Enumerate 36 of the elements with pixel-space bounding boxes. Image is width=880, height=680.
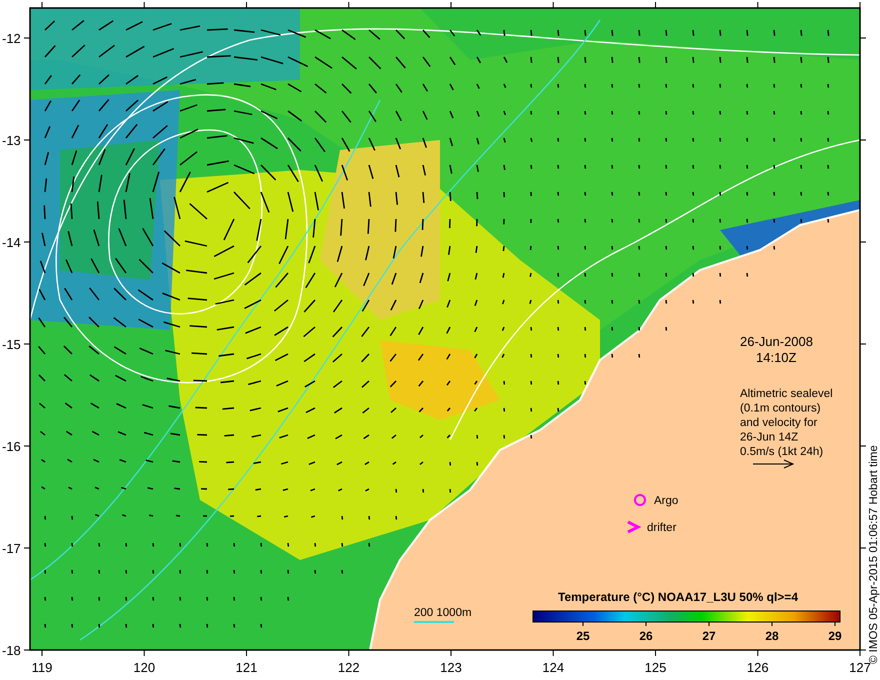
latitude-label: -17 bbox=[2, 541, 21, 556]
latitude-label: -18 bbox=[2, 643, 21, 658]
circle-marker-icon bbox=[634, 494, 646, 506]
legend-text: (0.1m contours) bbox=[740, 402, 821, 414]
marker-label: drifter bbox=[647, 522, 676, 534]
longitude-label: 125 bbox=[644, 660, 666, 675]
scale-arrow-icon bbox=[752, 460, 794, 468]
longitude-label: 121 bbox=[236, 660, 258, 675]
depth-legend-text: 200 1000m bbox=[414, 607, 472, 619]
marker-label: Argo bbox=[654, 495, 678, 507]
colorbar-tick-label: 29 bbox=[828, 629, 842, 643]
longitude-label: 124 bbox=[542, 660, 564, 675]
longitude-label: 119 bbox=[32, 660, 52, 675]
colorbar-tick-label: 27 bbox=[702, 629, 716, 643]
latitude-label: -16 bbox=[2, 439, 21, 454]
map-time: 14:10Z bbox=[756, 350, 796, 365]
longitude-label: 120 bbox=[133, 660, 156, 675]
depth-contour-sample-line bbox=[414, 621, 454, 623]
longitude-label: 126 bbox=[746, 660, 769, 675]
legend-text: 0.5m/s (1kt 24h) bbox=[740, 446, 824, 458]
colorbar-tick-label: 28 bbox=[765, 629, 779, 643]
latitude-label: -13 bbox=[2, 133, 21, 148]
colorbar-tick-label: 26 bbox=[639, 629, 653, 643]
legend-text: 26-Jun 14Z bbox=[740, 432, 798, 444]
latitude-label: -15 bbox=[2, 337, 21, 352]
credit-text: © IMOS 05-Apr-2015 01:06:57 Hobart time bbox=[868, 445, 880, 664]
legend-text: and velocity for bbox=[740, 417, 818, 429]
chevron-marker-icon bbox=[627, 520, 642, 534]
colorbar-title: Temperature (°C) NOAA17_L3U 50% ql>=4 bbox=[558, 590, 798, 604]
map-date: 26-Jun-2008 bbox=[740, 334, 813, 349]
latitude-label: -14 bbox=[2, 235, 21, 250]
latitude-label: -12 bbox=[2, 31, 21, 46]
longitude-label: 123 bbox=[440, 660, 462, 675]
colorbar-tick-label: 25 bbox=[576, 629, 590, 643]
legend-text: Altimetric sealevel bbox=[740, 388, 833, 400]
longitude-label: 122 bbox=[338, 660, 360, 675]
